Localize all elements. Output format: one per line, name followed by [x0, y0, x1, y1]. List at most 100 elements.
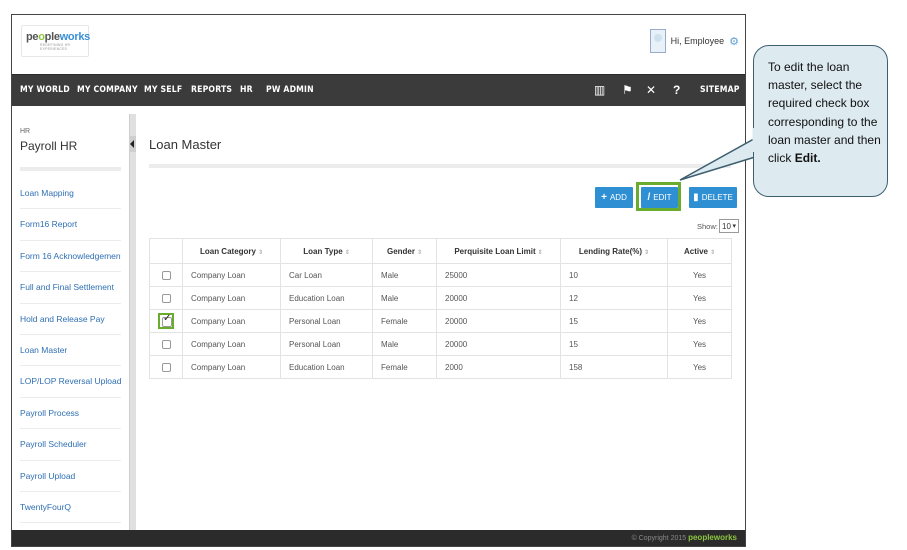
nav-reports[interactable]: REPORTS — [191, 75, 232, 106]
sidebar-item-lop-upload[interactable]: LOP/LOP Reversal Upload — [20, 366, 121, 398]
cell-rate: 15 — [560, 332, 668, 356]
header-rate-label: Lending Rate(%) — [578, 246, 643, 256]
header-active[interactable]: Active ⇕ — [667, 238, 732, 264]
sort-icon: ⇕ — [257, 249, 264, 256]
callout-bold: Edit. — [794, 151, 821, 166]
header-loan-category-label: Loan Category — [199, 246, 256, 256]
sort-icon: ⇕ — [416, 249, 423, 256]
cell-rate: 12 — [560, 286, 668, 310]
sidebar-item-loan-mapping[interactable]: Loan Mapping — [20, 178, 121, 210]
row-checkbox[interactable] — [161, 293, 171, 303]
cell-active: Yes — [667, 286, 732, 310]
row-checkbox[interactable] — [161, 362, 171, 372]
sidebar-section-label: HR — [20, 128, 31, 135]
sidebar-menu: Loan Mapping Form16 Report Form 16 Ackno… — [20, 178, 121, 546]
copyright-text: © Copyright 2015 — [631, 535, 687, 542]
add-button-label: ADD — [609, 193, 627, 202]
row-select[interactable] — [149, 332, 183, 356]
table-row[interactable]: Company Loan Education Loan Male 20000 1… — [149, 286, 732, 310]
delete-button[interactable]: ▮ DELETE — [689, 187, 737, 208]
callout-text: To edit the loan master, select the requ… — [768, 58, 886, 167]
cell-loan-category: Company Loan — [182, 309, 281, 333]
nav-my-self[interactable]: MY SELF — [144, 75, 182, 106]
table-row[interactable]: Company Loan Education Loan Female 2000 … — [149, 355, 732, 379]
nav-my-company[interactable]: MY COMPANY — [77, 75, 138, 106]
table-row[interactable]: ✓ Company Loan Personal Loan Female 2000… — [149, 309, 732, 333]
plus-icon: + — [601, 192, 607, 203]
row-select[interactable] — [149, 355, 183, 379]
cell-active: Yes — [667, 355, 732, 379]
table-row[interactable]: Company Loan Personal Loan Male 20000 15… — [149, 332, 732, 356]
header-loan-type[interactable]: Loan Type ⇕ — [280, 238, 373, 264]
book-icon[interactable]: ▥ — [594, 75, 605, 106]
nav-sitemap[interactable]: SITEMAP — [700, 75, 740, 106]
row-select[interactable] — [149, 286, 183, 310]
sidebar-item-twentyfourq[interactable]: TwentyFourQ — [20, 492, 121, 524]
edit-button-highlight — [636, 182, 681, 211]
tools-icon[interactable]: ✕ — [646, 75, 656, 106]
header-gender[interactable]: Gender ⇕ — [372, 238, 437, 264]
sort-icon: ⇕ — [709, 249, 716, 256]
main-nav: MY WORLD MY COMPANY MY SELF REPORTS HR P… — [12, 74, 745, 106]
footer-brand: peopleworks — [688, 533, 737, 542]
cell-loan-type: Education Loan — [280, 286, 373, 310]
sidebar-item-payroll-scheduler[interactable]: Payroll Scheduler — [20, 429, 121, 461]
row-checkbox[interactable] — [161, 270, 171, 280]
nav-my-world[interactable]: MY WORLD — [20, 75, 70, 106]
row-checkbox-checked[interactable]: ✓ — [158, 313, 174, 329]
logo-wordmark: peopleworks — [26, 31, 90, 43]
page-title: Loan Master — [149, 137, 222, 152]
header-lending-rate[interactable]: Lending Rate(%) ⇕ — [560, 238, 668, 264]
cell-loan-category: Company Loan — [182, 355, 281, 379]
sort-icon: ⇕ — [344, 249, 350, 256]
add-button[interactable]: + ADD — [595, 187, 633, 208]
user-greeting[interactable]: Hi, Employee — [671, 36, 725, 46]
header-limit-label: Perquisite Loan Limit — [454, 246, 536, 256]
app-window: peopleworks REDEFINING HR EXPERIENCES Hi… — [11, 14, 746, 547]
cell-loan-category: Company Loan — [182, 286, 281, 310]
cell-gender: Female — [372, 355, 437, 379]
row-select[interactable] — [149, 263, 183, 287]
sort-icon: ⇕ — [644, 249, 650, 256]
collapse-sidebar-icon[interactable] — [129, 136, 136, 152]
footer: © Copyright 2015 peopleworks — [12, 530, 745, 546]
nav-pw-admin[interactable]: PW ADMIN — [266, 75, 314, 106]
avatar[interactable] — [649, 29, 666, 53]
table-row[interactable]: Company Loan Car Loan Male 25000 10 Yes — [149, 263, 732, 287]
logo-tagline: REDEFINING HR EXPERIENCES — [40, 43, 71, 51]
company-logo[interactable]: peopleworks REDEFINING HR EXPERIENCES — [21, 25, 90, 57]
sidebar-item-payroll-process[interactable]: Payroll Process — [20, 398, 121, 430]
sidebar-item-loan-master[interactable]: Loan Master — [20, 335, 121, 367]
row-select[interactable]: ✓ — [149, 309, 183, 333]
header-active-label: Active — [683, 246, 708, 256]
cell-rate: 10 — [560, 263, 668, 287]
nav-hr[interactable]: HR — [240, 75, 253, 106]
cell-gender: Male — [372, 332, 437, 356]
flag-icon[interactable]: ⚑ — [622, 75, 633, 106]
main-content: Loan Master + ADD / EDIT ▮ DELETE Show: 10 … — [136, 114, 745, 534]
sidebar-item-form16-acknowledgement[interactable]: Form 16 Acknowledgement — [20, 241, 121, 273]
sidebar-item-hold-release-pay[interactable]: Hold and Release Pay — [20, 304, 121, 335]
header-loan-category[interactable]: Loan Category ⇕ — [182, 238, 281, 264]
user-menu[interactable]: Hi, Employee ⚙ — [649, 29, 739, 53]
header-perquisite-loan-limit[interactable]: Perquisite Loan Limit ⇕ — [436, 238, 561, 264]
cell-limit: 25000 — [436, 263, 561, 287]
sidebar-item-payroll-upload[interactable]: Payroll Upload — [20, 461, 121, 492]
cell-gender: Female — [372, 309, 437, 333]
cell-gender: Male — [372, 263, 437, 287]
sidebar-item-full-final-settlement[interactable]: Full and Final Settlement — [20, 272, 121, 304]
cell-limit: 20000 — [436, 309, 561, 333]
page-size-select[interactable]: 10 — [719, 219, 739, 234]
cell-loan-category: Company Loan — [182, 332, 281, 356]
sidebar-divider — [20, 167, 121, 171]
gear-icon[interactable]: ⚙ — [729, 35, 739, 48]
show-label: Show: — [697, 222, 718, 231]
delete-button-label: DELETE — [701, 193, 733, 202]
cell-loan-type: Car Loan — [280, 263, 373, 287]
cell-loan-category: Company Loan — [182, 263, 281, 287]
row-checkbox[interactable] — [161, 339, 171, 349]
cell-limit: 20000 — [436, 332, 561, 356]
help-icon[interactable]: ? — [673, 75, 680, 106]
sidebar-title: Payroll HR — [20, 139, 78, 153]
sidebar-item-form16-report[interactable]: Form16 Report — [20, 209, 121, 241]
